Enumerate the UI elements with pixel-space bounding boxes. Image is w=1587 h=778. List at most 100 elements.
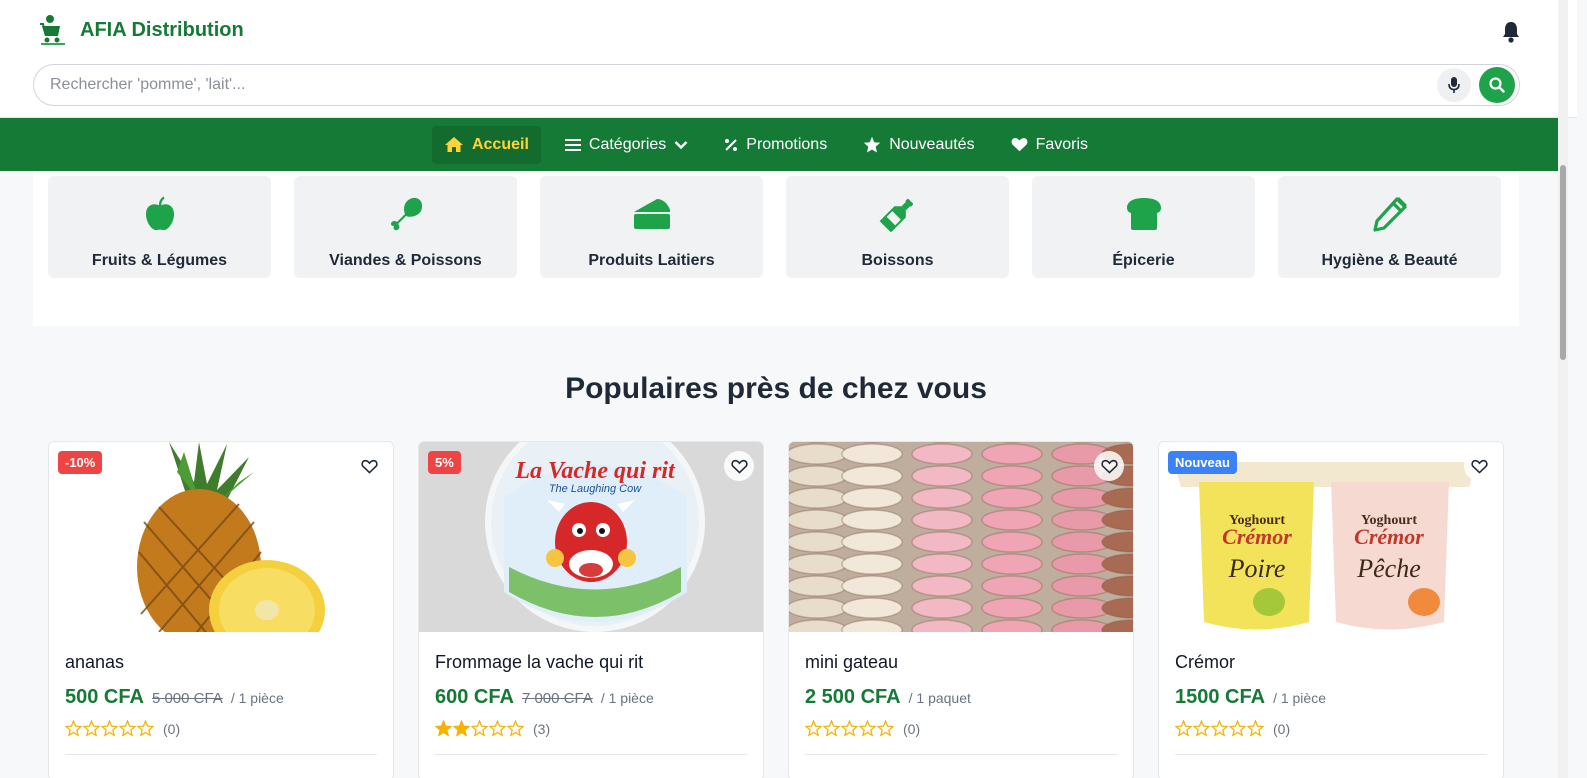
microphone-icon <box>1448 77 1460 93</box>
heart-outline-icon <box>1470 459 1488 474</box>
category-label: Boissons <box>861 252 934 269</box>
star-empty-icon <box>1247 720 1264 737</box>
product-grid: -10% ananas 500 CFA 5 000 CFA / 1 pièce … <box>48 441 1504 778</box>
nav-item-nouveautes[interactable]: Nouveautés <box>851 126 986 164</box>
star-empty-icon <box>859 720 876 737</box>
brand[interactable]: AFIA Distribution <box>38 14 244 46</box>
divider <box>435 754 747 755</box>
favorite-button[interactable] <box>1094 451 1124 481</box>
site-header: AFIA Distribution <box>0 0 1577 118</box>
price: 600 CFA <box>435 686 514 708</box>
heart-outline-icon <box>1100 459 1118 474</box>
home-icon <box>444 137 463 152</box>
product-card[interactable]: La Vache qui rit The Laughing Cow 5% Fro… <box>418 441 764 778</box>
product-name[interactable]: mini gateau <box>805 652 898 673</box>
star-empty-icon <box>1211 720 1228 737</box>
review-count: (0) <box>1273 720 1291 737</box>
search-input[interactable] <box>34 65 1437 105</box>
product-image-macarons[interactable] <box>789 442 1133 632</box>
macaron-shape <box>981 553 1043 575</box>
category-epicerie[interactable]: Épicerie <box>1032 176 1255 278</box>
product-name[interactable]: Crémor <box>1175 652 1235 673</box>
macaron-shape <box>841 553 903 575</box>
category-viandes-poissons[interactable]: Viandes & Poissons <box>294 176 517 278</box>
nav-label: Nouveautés <box>889 135 975 153</box>
macaron-shape <box>911 509 973 531</box>
divider <box>805 754 1117 755</box>
nav-item-accueil[interactable]: Accueil <box>431 125 541 164</box>
product-image-yoghurt[interactable]: Yoghourt Crémor Poire Yoghourt Crémor Pê… <box>1159 442 1503 632</box>
star-empty-icon <box>489 720 506 737</box>
macaron-shape <box>911 465 973 487</box>
category-fruits-legumes[interactable]: Fruits & Légumes <box>48 176 271 278</box>
category-boissons[interactable]: Boissons <box>786 176 1009 278</box>
nav-item-categories[interactable]: Catégories <box>553 126 700 164</box>
macaron-shape <box>981 509 1043 531</box>
macaron-shape <box>789 465 848 487</box>
nav-label: Favoris <box>1035 135 1089 153</box>
unit: / 1 paquet <box>908 690 971 706</box>
category-label: Viandes & Poissons <box>329 252 482 269</box>
star-rating <box>435 720 525 737</box>
category-hygiene-beaute[interactable]: Hygiène & Beauté <box>1278 176 1501 278</box>
category-produits-laitiers[interactable]: Produits Laitiers <box>540 176 763 278</box>
product-image-cheese-box[interactable]: La Vache qui rit The Laughing Cow 5% <box>419 442 763 632</box>
categories-panel: Fruits & Légumes Viandes & Poissons Prod… <box>33 171 1519 326</box>
star-empty-icon <box>823 720 840 737</box>
category-label: Hygiène & Beauté <box>1321 252 1458 269</box>
discount-badge: 5% <box>428 451 461 474</box>
price-row: 600 CFA 7 000 CFA / 1 pièce <box>435 686 654 709</box>
favorite-button[interactable] <box>724 451 754 481</box>
star-empty-icon <box>65 720 82 737</box>
bread-icon <box>1126 196 1162 232</box>
macaron-shape <box>911 575 973 597</box>
macaron-shape <box>911 487 973 509</box>
cremor-logo-text: Crémor <box>1222 524 1292 549</box>
cheese-brand-subtext: The Laughing Cow <box>549 483 642 495</box>
nav-item-promotions[interactable]: Promotions <box>712 126 839 164</box>
nav-item-favoris[interactable]: Favoris <box>999 126 1100 164</box>
star-empty-icon <box>805 720 822 737</box>
mic-button[interactable] <box>1437 68 1471 102</box>
nav-label: Promotions <box>746 135 828 153</box>
macaron-shape <box>911 597 973 619</box>
macaron-shape <box>841 597 903 619</box>
product-card[interactable]: Yoghourt Crémor Poire Yoghourt Crémor Pê… <box>1158 441 1504 778</box>
chevron-down-icon <box>674 140 688 149</box>
product-card[interactable]: mini gateau 2 500 CFA / 1 paquet (0) <box>788 441 1134 778</box>
flavor-text: Poire <box>1228 554 1286 583</box>
product-image-pineapple[interactable]: -10% <box>49 442 393 632</box>
rating: (0) <box>805 720 920 737</box>
rating: (0) <box>65 720 180 737</box>
macaron-shape <box>981 487 1043 509</box>
cheese-icon <box>633 196 671 232</box>
price-row: 1500 CFA / 1 pièce <box>1175 686 1326 709</box>
divider <box>65 754 377 755</box>
macaron-shape <box>911 531 973 553</box>
category-label: Épicerie <box>1112 252 1175 269</box>
scrollbar-thumb[interactable] <box>1560 165 1566 360</box>
favorite-button[interactable] <box>1464 451 1494 481</box>
price: 1500 CFA <box>1175 686 1266 708</box>
macaron-shape <box>841 487 903 509</box>
brand-name: AFIA Distribution <box>80 18 244 41</box>
category-label: Produits Laitiers <box>588 252 715 269</box>
star-empty-icon <box>877 720 894 737</box>
old-price: 5 000 CFA <box>151 690 223 707</box>
product-name[interactable]: ananas <box>65 652 124 673</box>
product-name[interactable]: Frommage la vache qui rit <box>435 652 643 673</box>
unit: / 1 pièce <box>1273 690 1326 706</box>
favorite-button[interactable] <box>354 451 384 481</box>
macaron-shape <box>789 487 848 509</box>
macaron-shape <box>981 443 1043 465</box>
cremor-logo-text: Crémor <box>1354 524 1424 549</box>
apple-icon <box>144 196 176 232</box>
macaron-shape <box>841 443 903 465</box>
product-card[interactable]: -10% ananas 500 CFA 5 000 CFA / 1 pièce … <box>48 441 394 778</box>
search-button[interactable] <box>1479 67 1515 103</box>
heart-outline-icon <box>730 459 748 474</box>
macaron-shape <box>841 531 903 553</box>
bell-icon[interactable] <box>1500 20 1522 44</box>
macaron-shape <box>841 509 903 531</box>
star-empty-icon <box>1193 720 1210 737</box>
